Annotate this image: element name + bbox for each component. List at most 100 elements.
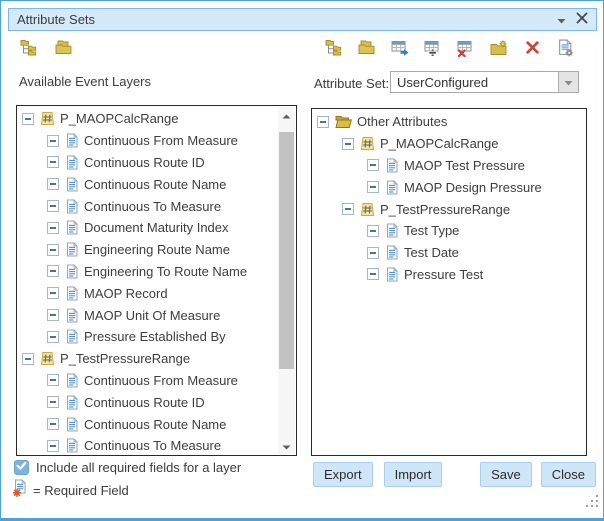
resize-grip[interactable] xyxy=(586,495,599,513)
tree-node-label: Continuous To Measure xyxy=(84,438,221,453)
field-doc-icon xyxy=(65,308,79,323)
tree-node-label: Continuous To Measure xyxy=(84,199,221,214)
expand-all-layers-button[interactable] xyxy=(18,39,40,61)
attribute-set-value: UserConfigured xyxy=(391,75,558,90)
tree-node-label: P_MAOPCalcRange xyxy=(380,136,499,151)
add-event-layer-button[interactable] xyxy=(389,39,411,61)
tree-row[interactable]: Engineering To Route Name xyxy=(17,261,278,283)
tree-row[interactable]: Continuous From Measure xyxy=(17,130,278,152)
dock-menu-button[interactable] xyxy=(557,11,566,29)
tree-node-label: Test Type xyxy=(404,223,459,238)
collapse-expander-box[interactable] xyxy=(47,331,59,343)
tree-row[interactable]: Continuous To Measure xyxy=(17,435,278,455)
field-doc-icon xyxy=(65,177,79,192)
collapse-expander-box[interactable] xyxy=(47,200,59,212)
collapse-expander-box[interactable] xyxy=(367,268,379,280)
field-doc-icon xyxy=(385,180,399,195)
tree-row[interactable]: Engineering Route Name xyxy=(17,239,278,261)
close-button[interactable] xyxy=(576,11,588,29)
attribute-set-dropdown[interactable]: UserConfigured xyxy=(390,71,579,93)
tree-folders-icon xyxy=(20,39,38,61)
tree-row[interactable]: MAOP Test Pressure xyxy=(312,155,586,177)
tree-row[interactable]: Continuous Route Name xyxy=(17,413,278,435)
tree-row[interactable]: Pressure Established By xyxy=(17,326,278,348)
tree-node-label: Continuous Route ID xyxy=(84,155,205,170)
collapse-expander-box[interactable] xyxy=(47,135,59,147)
available-layers-tree: P_MAOPCalcRange Continuous From Measure … xyxy=(17,108,278,455)
tree-node-label: Pressure Established By xyxy=(84,329,226,344)
tree-row[interactable]: P_TestPressureRange xyxy=(312,198,586,220)
field-doc-icon xyxy=(65,395,79,410)
collapse-expander-box[interactable] xyxy=(47,309,59,321)
expand-all-attributes-button[interactable] xyxy=(323,39,345,61)
open-folder-icon xyxy=(335,115,352,129)
check-icon xyxy=(15,459,28,477)
collapse-expander-box[interactable] xyxy=(22,353,34,365)
tree-row[interactable]: Test Date xyxy=(312,242,586,264)
tree-row[interactable]: MAOP Record xyxy=(17,282,278,304)
tree-row[interactable]: P_MAOPCalcRange xyxy=(312,133,586,155)
vertical-scrollbar[interactable] xyxy=(278,107,295,454)
tree-row[interactable]: Continuous Route ID xyxy=(17,391,278,413)
collapse-expander-box[interactable] xyxy=(47,178,59,190)
collapse-expander-box[interactable] xyxy=(47,374,59,386)
remove-field-button[interactable] xyxy=(455,39,477,61)
new-attribute-set-button[interactable] xyxy=(488,39,510,61)
collapse-expander-box[interactable] xyxy=(47,396,59,408)
tree-row[interactable]: Continuous Route ID xyxy=(17,152,278,174)
collapse-expander-box[interactable] xyxy=(47,244,59,256)
collapse-expander-box[interactable] xyxy=(317,116,329,128)
collapse-expander-box[interactable] xyxy=(367,159,379,171)
title-bar[interactable]: Attribute Sets xyxy=(8,8,597,31)
collapse-expander-box[interactable] xyxy=(367,181,379,193)
field-doc-icon xyxy=(65,155,79,170)
layers-toolbar xyxy=(18,39,75,61)
tree-row[interactable]: Continuous Route Name xyxy=(17,173,278,195)
scrollbar-thumb[interactable] xyxy=(279,132,294,369)
collapse-expander-box[interactable] xyxy=(367,225,379,237)
field-doc-icon xyxy=(65,438,79,453)
collapse-expander-box[interactable] xyxy=(47,156,59,168)
collapse-expander-box[interactable] xyxy=(47,418,59,430)
tree-row[interactable]: Pressure Test xyxy=(312,264,586,286)
export-button[interactable]: Export xyxy=(313,462,373,487)
scroll-up-button[interactable] xyxy=(278,107,295,123)
add-field-button[interactable] xyxy=(422,39,444,61)
collapse-expander-box[interactable] xyxy=(342,203,354,215)
close-icon xyxy=(576,11,588,29)
dropdown-arrow-button[interactable] xyxy=(558,72,578,92)
page-gear-icon xyxy=(557,39,574,62)
tree-row[interactable]: MAOP Unit Of Measure xyxy=(17,304,278,326)
collapse-expander-box[interactable] xyxy=(47,222,59,234)
collapse-all-attributes-button[interactable] xyxy=(356,39,378,61)
collapse-all-layers-button[interactable] xyxy=(53,39,75,61)
tree-node-label: P_TestPressureRange xyxy=(380,202,510,217)
tree-row[interactable]: Test Type xyxy=(312,220,586,242)
tree-row[interactable]: Other Attributes xyxy=(312,111,586,133)
tree-node-label: Other Attributes xyxy=(357,114,447,129)
caret-down-icon xyxy=(557,11,566,29)
tree-row[interactable]: Continuous To Measure xyxy=(17,195,278,217)
tree-row[interactable]: Document Maturity Index xyxy=(17,217,278,239)
folder-gear-icon xyxy=(490,40,508,61)
delete-attribute-set-button[interactable] xyxy=(521,39,543,61)
import-button[interactable]: Import xyxy=(384,462,443,487)
close-button[interactable]: Close xyxy=(541,462,596,487)
collapse-expander-box[interactable] xyxy=(47,287,59,299)
collapse-expander-box[interactable] xyxy=(342,138,354,150)
attribute-set-properties-button[interactable] xyxy=(554,39,576,61)
tree-row[interactable]: P_MAOPCalcRange xyxy=(17,108,278,130)
caret-down-icon xyxy=(564,73,573,91)
tree-row[interactable]: MAOP Design Pressure xyxy=(312,176,586,198)
collapse-expander-box[interactable] xyxy=(47,440,59,452)
tree-row[interactable]: P_TestPressureRange xyxy=(17,348,278,370)
required-field-legend: = Required Field xyxy=(33,483,129,498)
checkbox-label: Include all required fields for a layer xyxy=(36,460,241,475)
collapse-expander-box[interactable] xyxy=(367,247,379,259)
collapse-expander-box[interactable] xyxy=(22,113,34,125)
scroll-down-button[interactable] xyxy=(278,438,295,454)
include-required-fields-checkbox[interactable] xyxy=(14,460,29,475)
tree-row[interactable]: Continuous From Measure xyxy=(17,370,278,392)
collapse-expander-box[interactable] xyxy=(47,265,59,277)
save-button[interactable]: Save xyxy=(480,462,532,487)
